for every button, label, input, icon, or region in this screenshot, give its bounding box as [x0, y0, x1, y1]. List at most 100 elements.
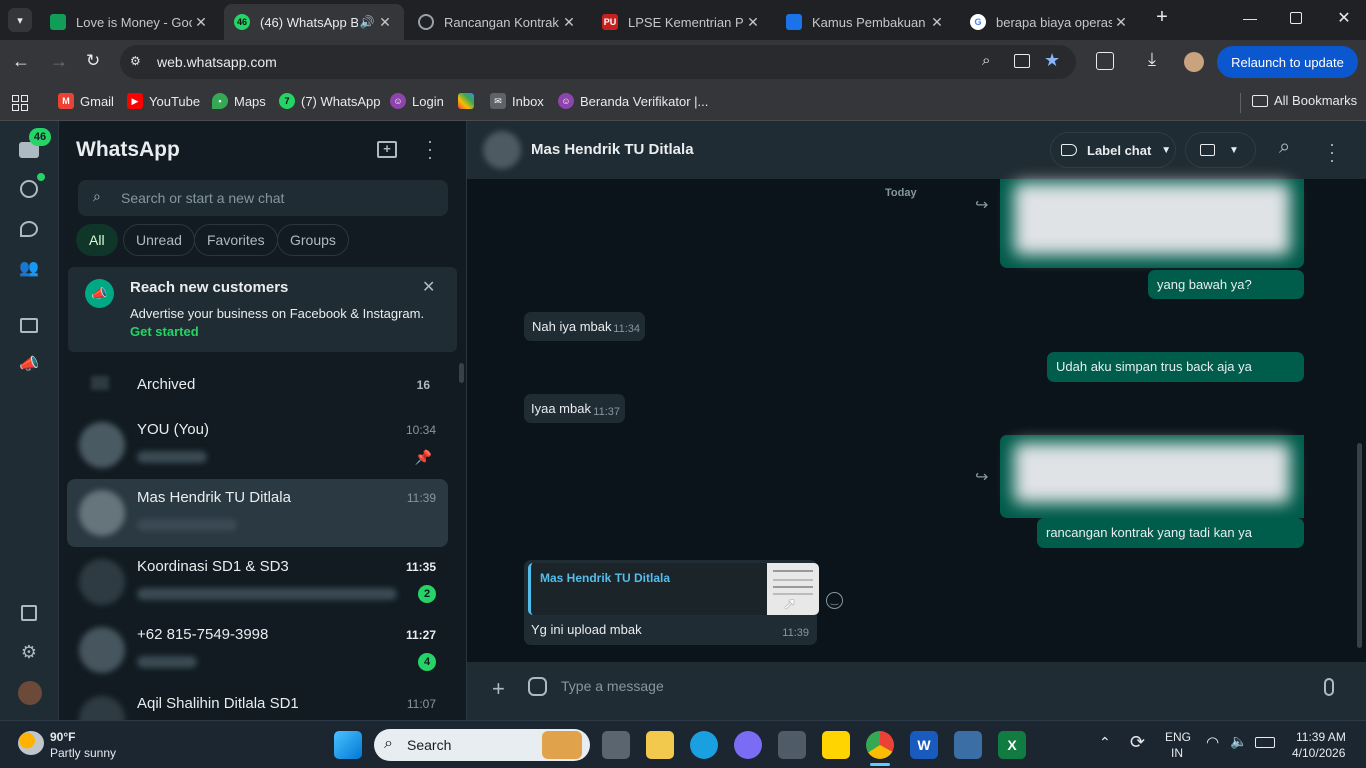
- emoji-react-icon[interactable]: ‿: [826, 592, 843, 609]
- close-tab-icon[interactable]: ✕: [192, 14, 210, 31]
- reload-icon[interactable]: ↻: [86, 51, 106, 71]
- close-tab-icon[interactable]: ✕: [744, 14, 762, 31]
- excel-icon[interactable]: X: [998, 731, 1026, 759]
- taskbar-search[interactable]: ⌕ Search: [374, 729, 590, 761]
- browser-tab-active[interactable]: 46 (46) WhatsApp Bu 🔊 ✕: [224, 4, 404, 40]
- search-input[interactable]: Search or start a new chat: [121, 190, 284, 206]
- browser-tab[interactable]: G berapa biaya operasi ✕: [960, 4, 1140, 40]
- start-windows-icon[interactable]: [334, 731, 362, 759]
- message-bubble-incoming-reply[interactable]: Mas Hendrik TU Ditlala Yg ini upload mba…: [524, 560, 819, 645]
- sticky-notes-icon[interactable]: [822, 731, 850, 759]
- browser-tab[interactable]: Love is Money - Goog ✕: [40, 4, 220, 40]
- message-bubble-outgoing[interactable]: Udah aku simpan trus back aja ya: [1047, 352, 1304, 382]
- chat-row-selected[interactable]: Mas Hendrik TU Ditlala 11:39: [67, 479, 448, 547]
- forward-icon[interactable]: ↪: [975, 467, 988, 487]
- install-app-icon[interactable]: [1014, 54, 1030, 68]
- archived-row[interactable]: Archived 16: [67, 357, 448, 411]
- contact-name[interactable]: Mas Hendrik TU Ditlala: [531, 141, 694, 158]
- menu-kebab-icon[interactable]: · · ·: [1327, 135, 1337, 169]
- new-chat-icon[interactable]: +: [377, 141, 397, 158]
- tray-overflow-icon[interactable]: ⌃: [1099, 734, 1111, 751]
- filter-unread[interactable]: Unread: [123, 224, 195, 256]
- file-explorer-icon[interactable]: [646, 731, 674, 759]
- label-chat-button[interactable]: Label chat ▼: [1050, 132, 1176, 168]
- chrome-icon[interactable]: [866, 731, 894, 759]
- chat-scrollbar[interactable]: [1357, 443, 1362, 648]
- contact-avatar[interactable]: [483, 131, 521, 169]
- microphone-icon[interactable]: [1324, 678, 1334, 696]
- browser-tab[interactable]: Rancangan Kontrak P ✕: [408, 4, 588, 40]
- media-gallery-icon[interactable]: [17, 601, 41, 625]
- all-bookmarks-button[interactable]: All Bookmarks: [1252, 93, 1357, 108]
- chat-row[interactable]: YOU (You) 10:34 📌: [67, 411, 448, 479]
- browser-tab[interactable]: PU LPSE Kementrian Per ✕: [592, 4, 772, 40]
- close-tab-icon[interactable]: ✕: [1112, 14, 1130, 31]
- bookmark-inbox[interactable]: ✉ Inbox: [490, 93, 544, 109]
- back-icon[interactable]: ←: [12, 51, 32, 71]
- message-bubble-outgoing[interactable]: yang bawah ya?: [1148, 270, 1304, 299]
- clock-date[interactable]: 4/10/2026: [1292, 746, 1345, 760]
- quoted-message[interactable]: Mas Hendrik TU Ditlala: [528, 563, 819, 615]
- message-bubble-outgoing[interactable]: rancangan kontrak yang tadi kan ya: [1037, 518, 1304, 548]
- outgoing-media-bubble[interactable]: [1000, 179, 1304, 268]
- outgoing-media-bubble[interactable]: [1000, 435, 1304, 518]
- relaunch-button[interactable]: Relaunch to update: [1217, 46, 1358, 78]
- extensions-icon[interactable]: [1096, 52, 1114, 70]
- filter-groups[interactable]: Groups: [277, 224, 349, 256]
- message-bubble-incoming[interactable]: Iyaa mbak 11:37: [524, 394, 625, 423]
- close-tab-icon[interactable]: ✕: [560, 14, 578, 31]
- advertise-icon[interactable]: 📣: [17, 352, 41, 376]
- channels-icon[interactable]: [17, 217, 41, 241]
- profile-avatar[interactable]: [1184, 52, 1204, 72]
- zoom-icon[interactable]: ⌕: [982, 52, 990, 69]
- communities-icon[interactable]: 👥: [17, 256, 41, 280]
- video-call-button[interactable]: ▼: [1185, 132, 1256, 168]
- message-input[interactable]: Type a message: [561, 678, 664, 694]
- battery-icon[interactable]: [1255, 737, 1275, 748]
- chat-row[interactable]: Koordinasi SD1 & SD3 11:35 2: [67, 548, 448, 616]
- bookmark-photos[interactable]: [458, 93, 480, 109]
- bookmark-star-icon[interactable]: ★: [1044, 50, 1060, 71]
- task-view-icon[interactable]: [602, 731, 630, 759]
- tab-search-button[interactable]: ▾: [8, 8, 32, 32]
- address-bar[interactable]: ⚙ web.whatsapp.com ⌕ ★: [120, 45, 1076, 79]
- close-tab-icon[interactable]: ✕: [928, 14, 946, 31]
- scrollbar[interactable]: [459, 363, 464, 383]
- message-bubble-incoming[interactable]: Nah iya mbak 11:34: [524, 312, 645, 341]
- bookmark-beranda[interactable]: ☺ Beranda Verifikator |...: [558, 93, 708, 109]
- restore-icon[interactable]: [1290, 12, 1302, 24]
- close-window-icon[interactable]: ✕: [1334, 8, 1354, 28]
- volume-icon[interactable]: 🔈: [1230, 733, 1247, 750]
- bookmark-gmail[interactable]: M Gmail: [58, 93, 114, 109]
- search-icon[interactable]: ⌕: [1279, 136, 1290, 159]
- settings-icon[interactable]: ⚙: [17, 640, 41, 664]
- close-icon[interactable]: ✕: [422, 277, 440, 296]
- word-icon[interactable]: W: [910, 731, 938, 759]
- camera-icon[interactable]: [778, 731, 806, 759]
- close-tab-icon[interactable]: ✕: [376, 14, 394, 31]
- filter-favorites[interactable]: Favorites: [194, 224, 278, 256]
- apps-grid-icon[interactable]: [12, 95, 28, 111]
- forward-icon[interactable]: →: [50, 51, 70, 71]
- chat-row[interactable]: Aqil Shalihin Ditlala SD1 11:07: [67, 685, 448, 720]
- new-tab-icon[interactable]: +: [1150, 6, 1174, 34]
- bookmark-login[interactable]: ☺ Login: [390, 93, 444, 109]
- status-icon[interactable]: [17, 177, 41, 201]
- search-box[interactable]: ⌕ Search or start a new chat: [78, 180, 448, 216]
- bookmark-maps[interactable]: • Maps: [212, 93, 266, 109]
- browser-tab[interactable]: Kamus Pembakuan S ✕: [776, 4, 956, 40]
- attach-plus-icon[interactable]: +: [492, 676, 505, 702]
- site-info-icon[interactable]: ⚙: [130, 54, 146, 70]
- language-top[interactable]: ENG: [1165, 730, 1191, 744]
- forward-icon[interactable]: ↪: [975, 195, 988, 215]
- minimize-icon[interactable]: —: [1240, 10, 1260, 30]
- sync-icon[interactable]: ⟳: [1130, 732, 1145, 753]
- chat-row[interactable]: +62 815-7549-3998 11:27 4: [67, 616, 448, 684]
- wifi-icon[interactable]: ◠: [1206, 733, 1219, 751]
- bookmark-whatsapp[interactable]: 7 (7) WhatsApp: [279, 93, 380, 109]
- download-icon[interactable]: ⤓: [1148, 49, 1156, 70]
- profile-avatar[interactable]: [18, 681, 42, 705]
- clock-time[interactable]: 11:39 AM: [1296, 730, 1346, 744]
- speaker-icon[interactable]: 🔊: [358, 15, 376, 29]
- filter-all[interactable]: All: [76, 224, 118, 256]
